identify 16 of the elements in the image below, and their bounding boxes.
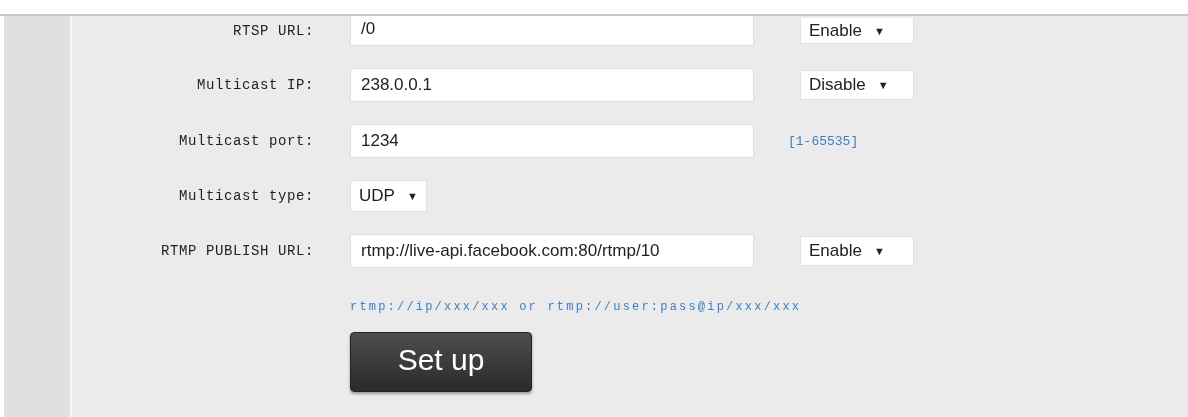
dropdown[interactable]: Enable ▼ xyxy=(800,18,914,44)
input-field[interactable]: rtmp://live-api.facebook.com:80/rtmp/10 xyxy=(350,234,754,268)
field-label: RTMP PUBLISH URL: xyxy=(159,243,315,259)
field-label: RTSP URL: xyxy=(232,23,315,39)
dropdown[interactable]: UDP ▼ xyxy=(350,180,427,212)
set-up-button[interactable]: Set up xyxy=(350,332,532,392)
format-hint: rtmp://ip/xxx/xxx or rtmp://user:pass@ip/xxx/xxx xyxy=(350,300,802,314)
dropdown[interactable]: Enable ▼ xyxy=(800,236,914,266)
field-label: Multicast port: xyxy=(177,133,315,149)
input-field[interactable]: 238.0.0.1 xyxy=(350,68,754,102)
input-field[interactable]: 1234 xyxy=(350,124,754,158)
field-label: Multicast IP: xyxy=(195,77,315,93)
input-field[interactable]: /0 xyxy=(350,16,754,46)
range-hint: [1-65535] xyxy=(788,133,859,149)
field-label: Multicast type: xyxy=(177,188,315,204)
dropdown[interactable]: Disable ▼ xyxy=(800,70,914,100)
